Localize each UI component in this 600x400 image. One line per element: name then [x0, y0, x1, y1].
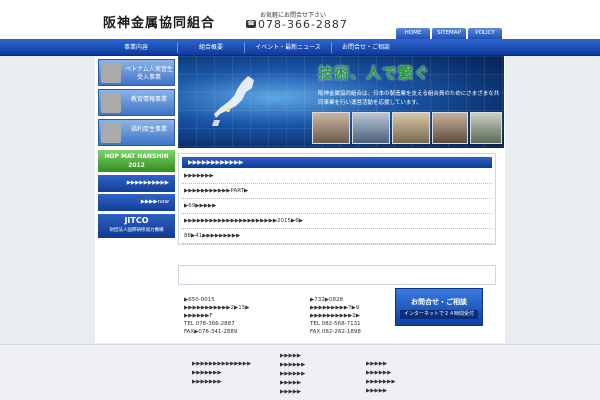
address-line: ▶▶▶▶▶▶▶▶▶▶2▶	[310, 313, 361, 319]
address-line: FAX 082-262-1898	[310, 329, 361, 335]
education-photo-icon	[101, 93, 121, 113]
banner-photo	[312, 112, 350, 144]
phone-icon: ☎	[246, 20, 256, 28]
welfare-button[interactable]: 福利厚生事業	[98, 119, 175, 146]
address-line: ▶732▶0828	[310, 297, 343, 303]
address-line: ▶▶▶▶▶▶▶▶▶7▶9	[310, 305, 360, 311]
address-line: ▶650-0015	[184, 297, 215, 303]
footer-link[interactable]: ▶▶▶▶▶▶	[366, 369, 426, 378]
jitco-title: JITCO	[124, 216, 149, 225]
trainee-photo-icon	[101, 63, 121, 83]
banner-photo	[470, 112, 502, 144]
education-info-label: 教育情報事業	[130, 96, 167, 103]
footer-link[interactable]: ▶▶▶▶▶▶	[280, 370, 340, 379]
news-item[interactable]: ▶▶▶▶▶▶▶	[182, 169, 492, 184]
footer-link[interactable]: ▶▶▶▶▶	[280, 388, 340, 397]
welfare-photo-icon	[101, 123, 121, 143]
address-hiroshima: ▶732▶0828 ▶▶▶▶▶▶▶▶▶7▶9 ▶▶▶▶▶▶▶▶▶▶2▶ TEL …	[310, 296, 392, 336]
news-item[interactable]: ▶▶▶▶▶▶▶▶▶▶▶▶▶▶▶▶▶▶▶▶▶▶2015▶6▶	[182, 214, 492, 229]
inquiry-title: お問合せ・ご相談	[411, 298, 467, 306]
jitco-subtitle: 財団法人国際研修協力機構	[109, 228, 164, 233]
phone-number: 078-366-2887	[258, 18, 348, 31]
footer-col-1: ▶▶▶▶▶▶▶▶▶▶▶▶▶▶ ▶▶▶▶▶▶▶ ▶▶▶▶▶▶▶	[192, 360, 272, 387]
footer-link[interactable]: ▶▶▶▶▶▶▶	[192, 378, 272, 387]
inquiry-button[interactable]: お問合せ・ご相談 インターネットで２４時間受付	[395, 288, 483, 326]
tab-sitemap[interactable]: SITEMAP	[432, 28, 466, 39]
banner-photo	[432, 112, 468, 144]
tab-home[interactable]: HOME	[396, 28, 430, 39]
address-kobe: ▶650-0015 ▶▶▶▶▶▶▶▶▶▶▶2▶15▶ ▶▶▶▶▶▶F TEL 0…	[184, 296, 304, 336]
nav-events-news[interactable]: イベント・最新ニュース	[245, 39, 331, 56]
banner-photo	[352, 112, 390, 144]
footer-col-3: ▶▶▶▶▶ ▶▶▶▶▶▶ ▶▶▶▶▶▶▶ ▶▶▶▶▶	[366, 360, 426, 396]
vietnam-trainee-label: ベトナム人実習生受入事業	[125, 66, 173, 81]
address-line: ▶▶▶▶▶▶F	[184, 313, 213, 319]
address-line: TEL 082-568-7131	[310, 321, 361, 327]
side-link-1[interactable]: ▶▶▶▶▶▶▶▶▶▶	[98, 175, 175, 192]
education-info-button[interactable]: 教育情報事業	[98, 89, 175, 116]
footer-link[interactable]: ▶▶▶▶▶	[280, 352, 340, 361]
vietnam-trainee-button[interactable]: ベトナム人実習生受入事業	[98, 59, 175, 86]
footer-link[interactable]: ▶▶▶▶▶▶▶▶▶▶▶▶▶▶	[192, 360, 272, 369]
news-item[interactable]: ▶69▶▶▶▶▶	[182, 199, 492, 214]
hop-mat-banner[interactable]: HOP MAT HANSHIN 2012	[98, 150, 175, 172]
site-logo[interactable]: 阪神金属協同組合	[103, 12, 215, 31]
nav-business[interactable]: 事業内容	[95, 39, 177, 56]
footer-col-2: ▶▶▶▶▶ ▶▶▶▶▶▶ ▶▶▶▶▶▶ ▶▶▶▶▶ ▶▶▶▶▶	[280, 352, 340, 397]
jitco-banner[interactable]: JITCO 財団法人国際研修協力機構	[98, 214, 175, 238]
side-link-2[interactable]: ▶▶▶▶now	[98, 194, 175, 211]
footer-link[interactable]: ▶▶▶▶▶	[366, 387, 426, 396]
banner-title: 技術、人で繋ぐ	[318, 64, 431, 82]
nav-contact[interactable]: お問合せ・ご相談	[332, 39, 400, 56]
footer-link[interactable]: ▶▶▶▶▶▶▶	[192, 369, 272, 378]
address-line: TEL 078-366-2887	[184, 321, 235, 327]
footer-link[interactable]: ▶▶▶▶▶▶	[280, 361, 340, 370]
footer-link[interactable]: ▶▶▶▶▶▶▶	[366, 378, 426, 387]
welfare-label: 福利厚生事業	[130, 126, 167, 133]
address-line: ▶▶▶▶▶▶▶▶▶▶▶2▶15▶	[184, 305, 250, 311]
news-item[interactable]: ▶▶▶▶▶▶▶▶▶▶▶PART▶	[182, 184, 492, 199]
hop-line1: HOP MAT HANSHIN	[104, 153, 169, 160]
news-heading: ▶▶▶▶▶▶▶▶▶▶▶▶	[182, 157, 492, 168]
banner-photo	[392, 112, 430, 144]
inquiry-subtitle: インターネットで２４時間受付	[400, 310, 478, 319]
tab-policy[interactable]: POLICY	[468, 28, 502, 39]
footer-link[interactable]: ▶▶▶▶▶	[280, 379, 340, 388]
news-item[interactable]: 88▶41▶▶▶▶▶▶▶▶▶	[182, 229, 492, 244]
japan-map-icon	[212, 76, 254, 126]
footer-link[interactable]: ▶▶▶▶▶	[366, 360, 426, 369]
secondary-panel	[178, 265, 496, 285]
address-line: FAX▶078-341-2889	[184, 329, 238, 335]
banner-description: 阪神金属協同組合は、日本の製造業を支える組合員のためにさまざまな共同事業を行い運…	[318, 91, 500, 106]
hop-line2: 2012	[128, 162, 145, 169]
nav-about[interactable]: 組合概要	[178, 39, 244, 56]
